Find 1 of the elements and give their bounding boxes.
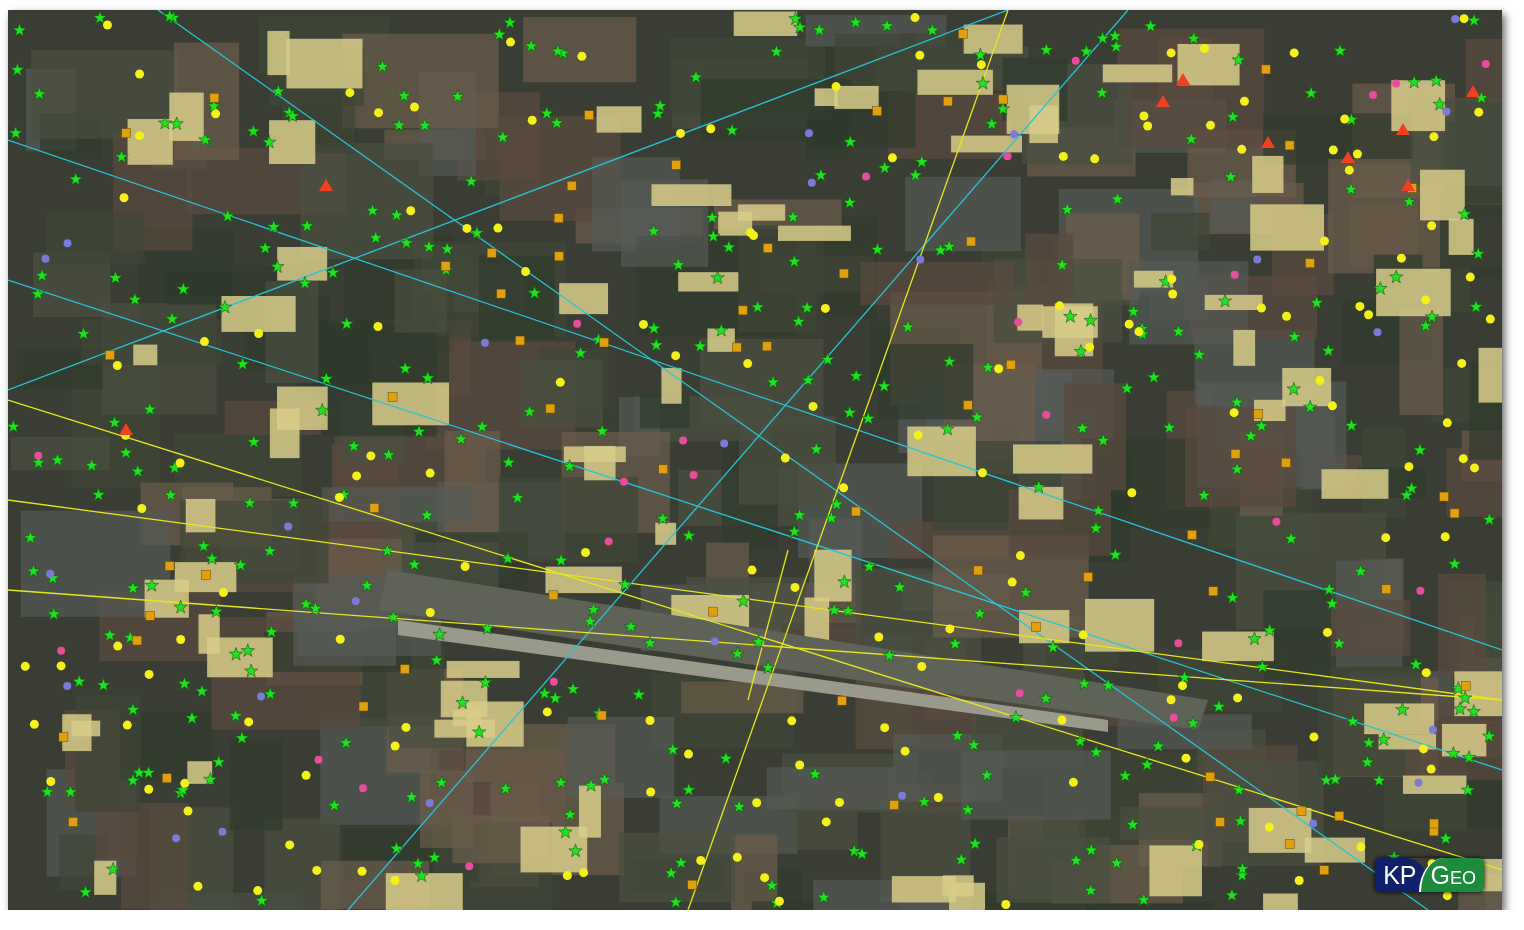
logo-text: Geo [1418, 858, 1484, 892]
